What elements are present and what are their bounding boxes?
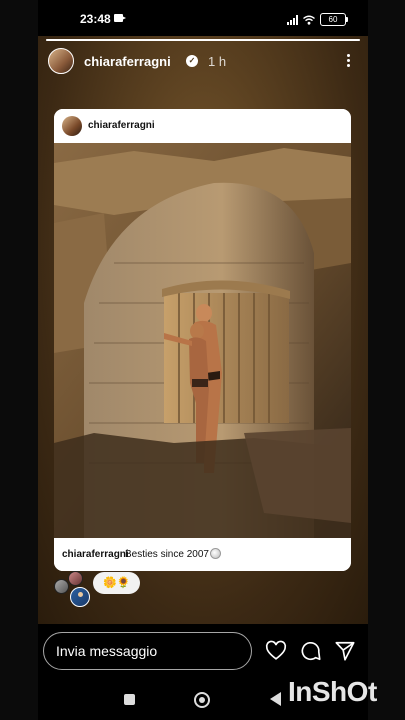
wifi-icon (303, 15, 315, 25)
story-progress-bar (46, 39, 360, 41)
recents-button[interactable] (124, 694, 135, 705)
reactor-avatar (70, 587, 90, 607)
caption-text: Besties since 2007 (125, 549, 209, 560)
right-letterbox (368, 0, 405, 720)
home-button[interactable] (194, 692, 210, 708)
shared-post-caption: chiaraferragni Besties since 2007 (54, 538, 351, 571)
reaction-bubble[interactable]: 🌼🌻 (93, 572, 141, 594)
heart-icon[interactable] (265, 640, 287, 662)
signal-icon (287, 14, 298, 25)
story-footer (38, 624, 368, 680)
reactor-avatar (54, 579, 69, 594)
status-bar: 23:48 60 (38, 0, 368, 36)
story-time-ago: 1 h (208, 54, 227, 69)
shared-post-photo (54, 143, 351, 538)
back-button[interactable] (270, 692, 281, 706)
verified-icon: ✓ (186, 55, 198, 67)
comment-icon[interactable] (300, 640, 322, 662)
caption-username: chiaraferragni (62, 549, 129, 560)
screen-record-icon (114, 14, 126, 22)
message-input[interactable] (43, 632, 252, 670)
shared-post-card[interactable]: chiaraferragni chiaraferragni Besties si… (54, 109, 351, 571)
shared-post-header: chiaraferragni (54, 109, 351, 143)
phone-screen: 23:48 60 chiaraferragni ✓ 1 h chiaraferr… (38, 0, 368, 720)
status-time: 23:48 (80, 12, 111, 26)
story-view[interactable]: chiaraferragni ✓ 1 h chiaraferragni chia… (38, 36, 368, 624)
shared-post-username: chiaraferragni (88, 120, 155, 131)
inshot-watermark: InShOt (288, 676, 377, 707)
shared-post-avatar (62, 116, 82, 136)
status-icons: 60 (287, 13, 348, 26)
battery-icon: 60 (320, 13, 348, 26)
story-progress-fill (46, 39, 360, 41)
story-avatar[interactable] (48, 48, 74, 74)
more-icon[interactable] (347, 54, 350, 67)
story-username[interactable]: chiaraferragni (84, 54, 171, 69)
left-letterbox (0, 0, 38, 720)
reactor-avatar (68, 571, 83, 586)
shell-emoji-icon (210, 548, 221, 559)
send-icon[interactable] (334, 640, 356, 662)
